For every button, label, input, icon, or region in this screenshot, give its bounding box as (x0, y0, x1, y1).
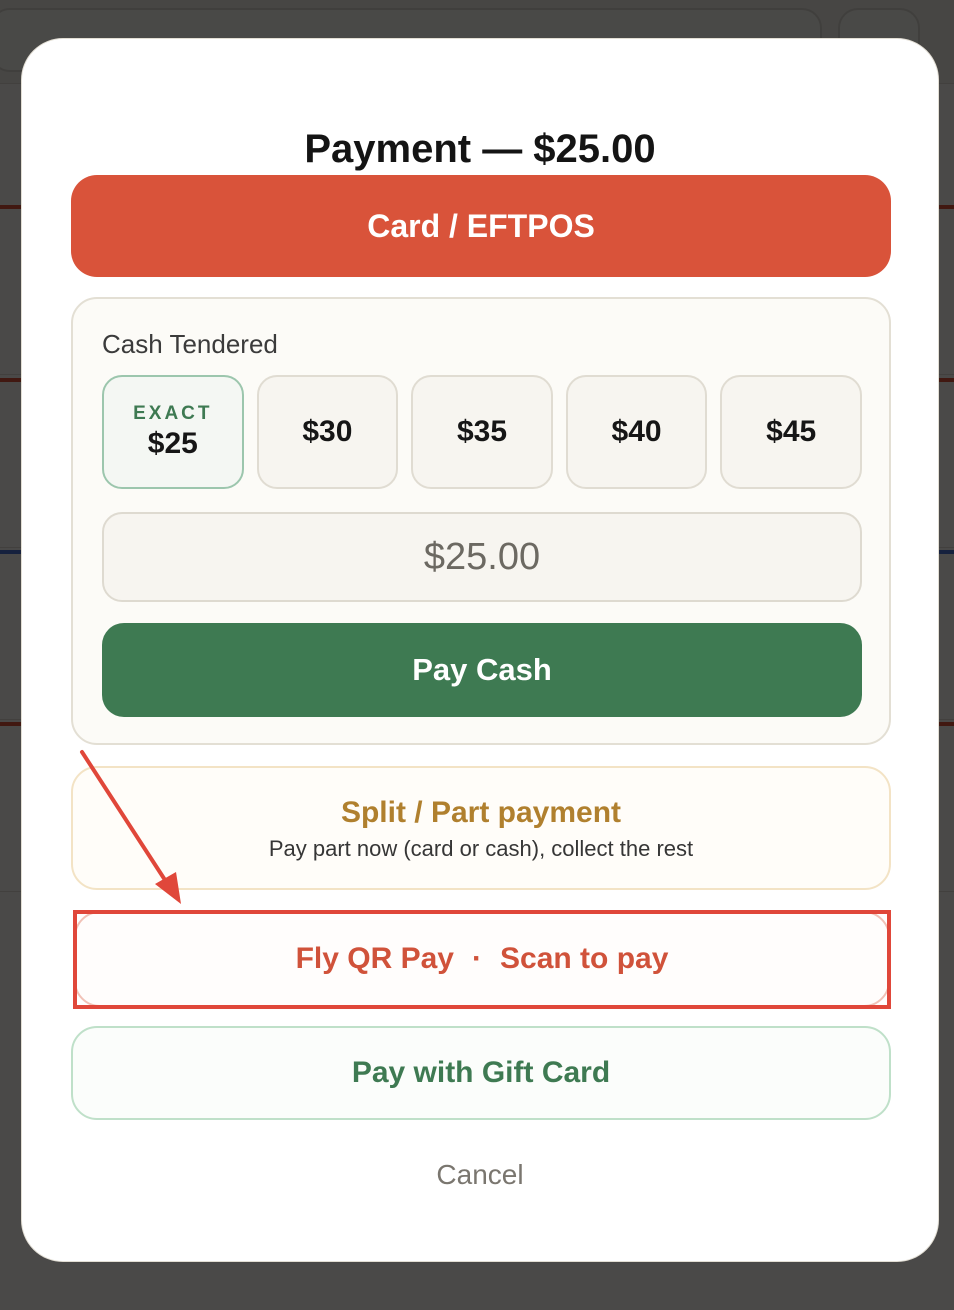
amount-exact-button[interactable]: EXACT $25 (102, 375, 244, 489)
cash-tendered-label: Cash Tendered (102, 329, 278, 359)
split-payment-subtitle: Pay part now (card or cash), collect the… (268, 836, 694, 861)
split-payment-button[interactable]: Split / Part payment Pay part now (card … (71, 766, 891, 890)
exact-tag: EXACT (133, 403, 213, 424)
annotation-highlight-box (73, 910, 891, 1009)
amount-40-button[interactable]: $40 (565, 375, 708, 489)
pay-cash-button[interactable]: Pay Cash (102, 623, 862, 717)
gift-card-button[interactable]: Pay with Gift Card (71, 1026, 891, 1120)
amount-value: $25 (147, 427, 198, 460)
amount-35-button[interactable]: $35 (411, 375, 553, 489)
split-payment-title: Split / Part payment (340, 796, 622, 829)
amount-45-button[interactable]: $45 (720, 375, 862, 489)
amount-30-button[interactable]: $30 (256, 375, 399, 489)
cash-amount-input[interactable] (102, 512, 862, 602)
cash-panel: Cash Tendered EXACT $25 $30 $35 $40 $45 … (71, 297, 891, 745)
cancel-button[interactable]: Cancel (22, 1159, 938, 1191)
card-eftpos-button[interactable]: Card / EFTPOS (71, 175, 891, 277)
modal-title: Payment — $25.00 (304, 127, 656, 171)
payment-modal: Payment — $25.00 Card / EFTPOS Cash Tend… (21, 38, 939, 1262)
quick-amounts: EXACT $25 $30 $35 $40 $45 (102, 375, 862, 489)
